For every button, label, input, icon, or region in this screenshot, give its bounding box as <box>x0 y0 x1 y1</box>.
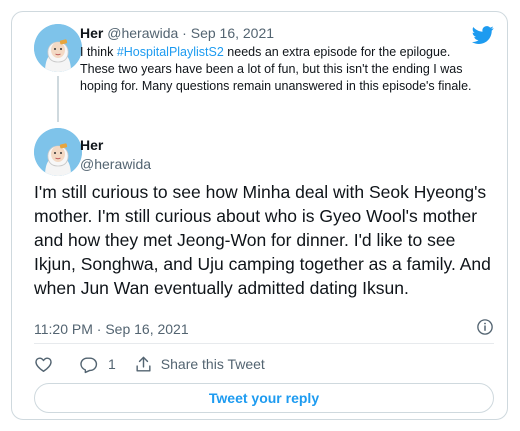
quoted-author-handle[interactable]: @herawida <box>107 25 178 41</box>
thread-line <box>57 76 59 122</box>
tweet-your-reply-button[interactable]: Tweet your reply <box>34 383 494 413</box>
twitter-bird-icon[interactable] <box>470 24 496 46</box>
author-name[interactable]: Her <box>80 137 103 153</box>
share-icon <box>136 356 151 372</box>
share-tweet-button[interactable]: Share this Tweet <box>134 355 265 374</box>
avatar[interactable] <box>34 24 82 72</box>
info-icon[interactable] <box>476 318 494 336</box>
reply-count: 1 <box>108 356 116 372</box>
like-heart-icon <box>35 356 52 372</box>
divider <box>34 343 494 344</box>
share-label: Share this Tweet <box>160 356 265 372</box>
reply-button[interactable]: 1 <box>79 355 116 374</box>
tweet-text: I'm still curious to see how Minha deal … <box>34 182 491 298</box>
meta-separator: · <box>182 25 187 41</box>
tweet-timestamp[interactable]: 11:20 PM · Sep 16, 2021 <box>34 321 189 337</box>
reply-bubble-icon <box>80 356 98 373</box>
quoted-author-name[interactable]: Her <box>80 25 103 41</box>
hashtag-link[interactable]: #HospitalPlaylistS2 <box>117 45 224 59</box>
author-handle[interactable]: @herawida <box>80 156 151 172</box>
action-bar: 1 Share this Tweet <box>34 353 265 375</box>
quoted-header: Her @herawida · Sep 16, 2021 <box>80 25 274 41</box>
quoted-date[interactable]: Sep 16, 2021 <box>191 25 274 41</box>
quoted-text: I think #HospitalPlaylistS2 needs an ext… <box>80 44 478 95</box>
avatar[interactable] <box>34 128 82 176</box>
quoted-text-start: I think <box>80 45 117 59</box>
like-button[interactable] <box>34 355 53 374</box>
